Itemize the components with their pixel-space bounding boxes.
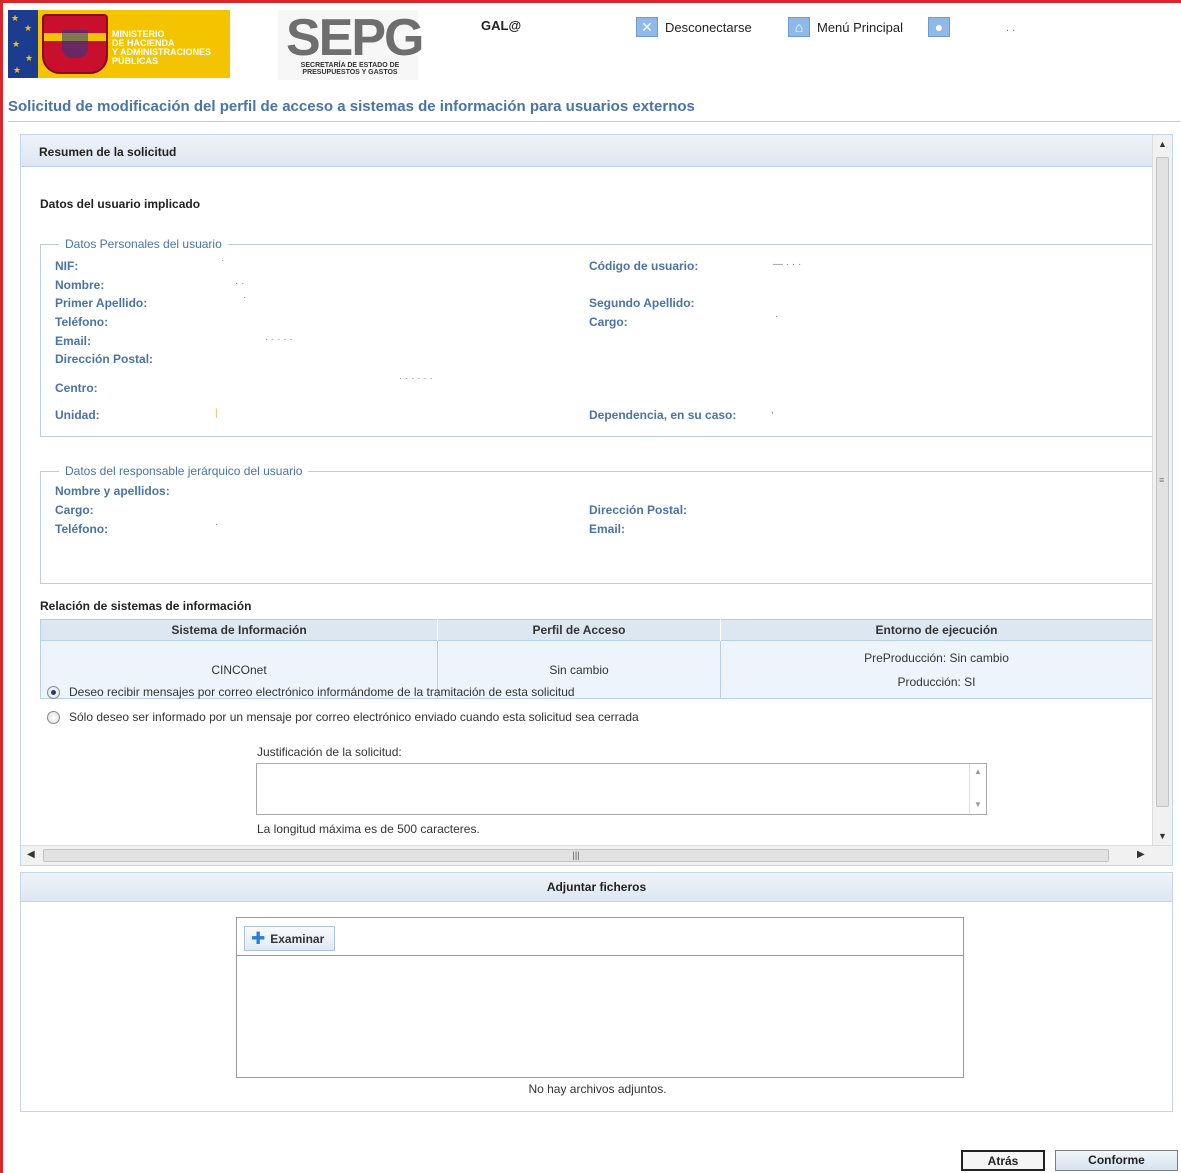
eu-flag-icon: ★ ★ ★ ★ ★ [8, 10, 38, 78]
browse-button[interactable]: ✚ Examinar [244, 926, 336, 951]
ministry-logo: ★ ★ ★ ★ ★ MINISTERIO DE HACIENDA Y ADMINIS… [8, 10, 230, 78]
user-icon: ● [928, 17, 950, 37]
user-code-label: Código de usuario: [589, 259, 699, 273]
attachments-heading: Adjuntar ficheros [20, 872, 1173, 902]
justification-textarea[interactable] [256, 763, 987, 815]
column-header-profile: Perfil de Acceso [437, 619, 721, 641]
manager-phone-value: · [215, 519, 219, 530]
environment-cell: PreProducción: Sin cambio Producción: SI [720, 640, 1153, 699]
confirm-button[interactable]: Conforme [1055, 1150, 1178, 1171]
center-label: Centro: [55, 381, 98, 395]
first-name-label: Nombre: [55, 278, 105, 292]
notify-option-all[interactable]: Deseo recibir mensajes por correo electr… [47, 685, 575, 699]
column-header-environment: Entorno de ejecución [720, 619, 1153, 641]
dependency-value: , [771, 405, 774, 416]
home-icon: ⌂ [788, 17, 810, 37]
manager-name-label: Nombre y apellidos: [55, 484, 170, 498]
max-length-note: La longitud máxima es de 500 caracteres. [257, 822, 480, 836]
summary-heading: Resumen de la solicitud [21, 135, 1153, 167]
back-button[interactable]: Atrás [961, 1150, 1045, 1171]
scroll-right-icon[interactable]: ▶ [1137, 849, 1145, 860]
surname1-label: Primer Apellido: [55, 296, 148, 310]
window-frame-top [0, 0, 1181, 3]
first-name-value: · · [235, 278, 245, 289]
notify-option-closed[interactable]: Sólo deseo ser informado por un mensaje … [47, 710, 639, 724]
notify-all-radio[interactable] [47, 685, 60, 699]
ministry-name: MINISTERIO DE HACIENDA Y ADMINISTRACIONE… [112, 29, 212, 66]
justification-label: Justificación de la solicitud: [257, 745, 402, 759]
scroll-up-icon[interactable]: ▲ [1158, 139, 1167, 149]
surname2-label: Segundo Apellido: [589, 296, 695, 310]
attachments-panel: ✚ Examinar No hay archivos adjuntos. [20, 901, 1173, 1112]
plus-icon: ✚ [251, 928, 266, 948]
user-code-value: — · · · [773, 259, 802, 270]
user-button[interactable]: ● [928, 16, 950, 38]
nif-value: · [221, 255, 225, 266]
environment-production: Producción: SI [897, 674, 976, 689]
attachments-box: ✚ Examinar [236, 917, 964, 1078]
sepg-logo-subtitle: SECRETARÍA DE ESTADO DE PRESUPUESTOS Y G… [300, 62, 400, 76]
manager-position-label: Cargo: [55, 503, 94, 517]
logout-button[interactable]: ✕ Desconectarse [636, 16, 752, 38]
column-header-system: Sistema de Información [40, 619, 438, 641]
notify-all-label: Deseo recibir mensajes por correo electr… [69, 685, 575, 699]
coat-of-arms-icon [42, 14, 108, 74]
involved-user-heading: Datos del usuario implicado [40, 197, 201, 211]
sepg-logo-mark: SEPG [286, 9, 424, 67]
page-title: Solicitud de modificación del perfil de … [8, 98, 1180, 122]
window-frame-left [0, 0, 3, 1173]
scroll-left-icon[interactable]: ◀ [27, 849, 35, 860]
main-menu-button[interactable]: ⌂ Menú Principal [788, 16, 903, 38]
unit-value: | [215, 408, 218, 419]
email-value: · · · · · [265, 334, 293, 345]
systems-heading: Relación de sistemas de información [40, 599, 252, 613]
summary-panel: Resumen de la solicitud Datos del usuari… [20, 134, 1173, 866]
nif-label: NIF: [55, 259, 79, 273]
user-name: . . [1006, 22, 1016, 34]
manager-phone-label: Teléfono: [55, 522, 109, 536]
manager-address-label: Dirección Postal: [589, 503, 688, 517]
personal-data-legend: Datos Personales del usuario [65, 237, 222, 251]
vertical-scrollbar[interactable]: ▲ ≡ ▼ [1152, 135, 1172, 847]
notify-closed-radio[interactable] [47, 710, 60, 724]
scroll-grip-icon: ≡ [1159, 475, 1165, 485]
environment-preproduction: PreProducción: Sin cambio [864, 650, 1009, 665]
no-attachments-text: No hay archivos adjuntos. [528, 1082, 667, 1096]
notify-closed-label: Sólo deseo ser informado por un mensaje … [69, 710, 639, 724]
close-x-icon: ✕ [636, 17, 658, 37]
attachments-toolbar: ✚ Examinar [237, 918, 963, 956]
header: ★ ★ ★ ★ ★ MINISTERIO DE HACIENDA Y ADMINIS… [8, 8, 1176, 84]
sepg-logo: SEPG SECRETARÍA DE ESTADO DE PRESUPUESTO… [278, 10, 424, 80]
summary-content: Datos del usuario implicado Datos Person… [21, 167, 1153, 847]
phone-label: Teléfono: [55, 315, 109, 329]
email-label: Email: [55, 334, 92, 348]
scroll-down-icon[interactable]: ▼ [1158, 831, 1167, 841]
center-value: · · · · · · [399, 373, 433, 384]
logout-label: Desconectarse [665, 19, 752, 35]
browse-label: Examinar [270, 931, 325, 946]
manager-email-label: Email: [589, 522, 626, 536]
position-label: Cargo: [589, 315, 628, 329]
dependency-label: Dependencia, en su caso: [589, 408, 737, 422]
position-value: · [775, 311, 779, 322]
postal-address-label: Dirección Postal: [55, 352, 154, 366]
unit-label: Unidad: [55, 408, 100, 422]
horizontal-scroll-thumb[interactable]: ||| [43, 849, 1109, 862]
manager-data-legend: Datos del responsable jerárquico del usu… [65, 464, 303, 478]
main-menu-label: Menú Principal [817, 19, 903, 35]
surname1-value: · [243, 292, 247, 303]
app-name: GAL@ [481, 18, 522, 33]
horizontal-scrollbar[interactable]: ◀ ||| ▶ [21, 845, 1172, 865]
